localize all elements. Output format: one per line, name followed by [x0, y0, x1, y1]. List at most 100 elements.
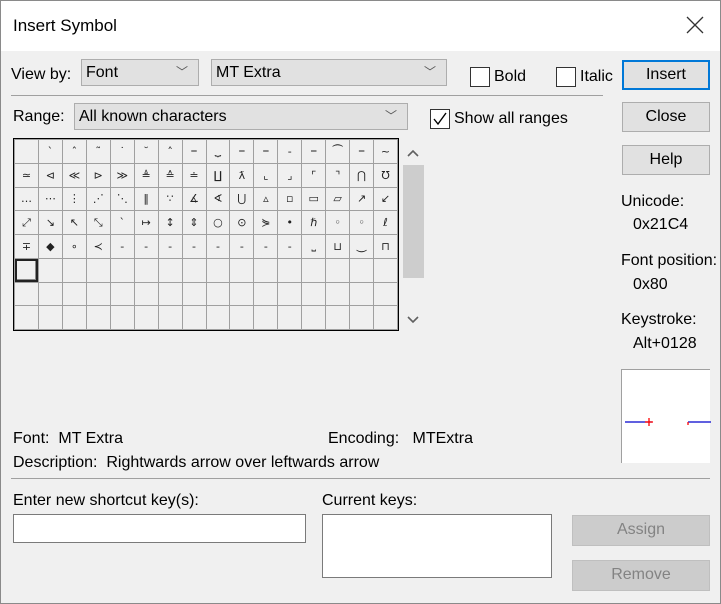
- symbol-cell[interactable]: ⊙: [230, 211, 254, 234]
- current-keys-list[interactable]: [322, 514, 552, 578]
- symbol-cell[interactable]: ≪: [62, 163, 86, 187]
- symbol-cell[interactable]: [254, 258, 278, 282]
- symbol-cell[interactable]: ⋂: [350, 163, 374, 187]
- symbol-cell[interactable]: [86, 306, 110, 329]
- symbol-cell[interactable]: ƛ: [230, 163, 254, 187]
- symbol-cell[interactable]: ˋ: [38, 140, 62, 163]
- symbol-cell[interactable]: ⋰: [86, 187, 110, 211]
- symbol-cell[interactable]: ↖: [62, 211, 86, 234]
- range-select[interactable]: All known characters ﹀: [74, 103, 408, 130]
- symbol-cell[interactable]: [350, 282, 374, 306]
- symbol-cell[interactable]: ⌟: [278, 163, 302, 187]
- symbol-cell[interactable]: [134, 282, 158, 306]
- symbol-cell[interactable]: ⋮: [62, 187, 86, 211]
- symbol-cell[interactable]: [326, 282, 350, 306]
- view-by-select[interactable]: Font ﹀: [81, 59, 199, 86]
- symbol-cell[interactable]: ⋱: [110, 187, 134, 211]
- symbol-cell[interactable]: [62, 306, 86, 329]
- symbol-cell[interactable]: ⎵: [302, 235, 326, 258]
- font-select[interactable]: MT Extra ﹀: [211, 59, 447, 86]
- symbol-cell[interactable]: ▱: [326, 187, 350, 211]
- symbol-cell[interactable]: ⌝: [326, 163, 350, 187]
- symbol-cell[interactable]: [182, 258, 206, 282]
- symbol-cell[interactable]: ≐: [182, 163, 206, 187]
- symbol-cell[interactable]: ℏ: [302, 211, 326, 234]
- symbol-cell[interactable]: [278, 306, 302, 329]
- symbol-cell[interactable]: [302, 306, 326, 329]
- symbol-cell[interactable]: ˄: [158, 140, 182, 163]
- symbol-cell[interactable]: ↗: [350, 187, 374, 211]
- symbol-cell[interactable]: ℧: [374, 163, 397, 187]
- symbol-cell[interactable]: ⋯: [38, 187, 62, 211]
- symbol-cell[interactable]: ‐: [278, 140, 302, 163]
- scroll-thumb[interactable]: [403, 165, 424, 278]
- symbol-cell[interactable]: [86, 258, 110, 282]
- symbol-cell[interactable]: [182, 282, 206, 306]
- remove-button[interactable]: Remove: [572, 560, 710, 591]
- symbol-cell[interactable]: [158, 258, 182, 282]
- symbol-cell[interactable]: [15, 306, 38, 329]
- bold-checkbox[interactable]: [470, 67, 490, 87]
- symbol-cell[interactable]: [62, 258, 86, 282]
- symbol-cell[interactable]: -: [278, 235, 302, 258]
- symbol-cell[interactable]: ○: [206, 211, 230, 234]
- symbol-cell[interactable]: [206, 258, 230, 282]
- symbol-cell[interactable]: ‖: [134, 187, 158, 211]
- symbol-cell[interactable]: ⤢: [15, 211, 38, 234]
- scroll-down-icon[interactable]: [401, 307, 425, 331]
- symbol-cell[interactable]: [110, 258, 134, 282]
- symbol-cell[interactable]: ≜: [134, 163, 158, 187]
- symbol-cell[interactable]: ⌜: [302, 163, 326, 187]
- new-shortcut-input[interactable]: [13, 514, 306, 543]
- symbol-cell[interactable]: ⇕: [182, 211, 206, 234]
- symbol-cell[interactable]: ▭: [302, 187, 326, 211]
- symbol-cell[interactable]: ◦: [326, 211, 350, 234]
- close-icon[interactable]: [684, 14, 706, 36]
- symbol-cell[interactable]: -: [206, 235, 230, 258]
- symbol-cell[interactable]: ∢: [206, 187, 230, 211]
- symbol-cell[interactable]: [15, 258, 38, 282]
- symbol-cell[interactable]: ~: [374, 140, 397, 163]
- symbol-cell[interactable]: ˙: [110, 140, 134, 163]
- symbol-cell[interactable]: [230, 306, 254, 329]
- symbol-cell[interactable]: ≺: [86, 235, 110, 258]
- symbol-cell[interactable]: [62, 282, 86, 306]
- symbol-cell[interactable]: [374, 306, 397, 329]
- symbol-cell[interactable]: [254, 282, 278, 306]
- symbol-cell[interactable]: ℓ: [374, 211, 397, 234]
- symbol-cell[interactable]: ˋ: [110, 211, 134, 234]
- symbol-cell[interactable]: ⎯: [350, 140, 374, 163]
- symbol-cell[interactable]: ∓: [15, 235, 38, 258]
- symbol-cell[interactable]: ⏟: [206, 140, 230, 163]
- symbol-cell[interactable]: [278, 282, 302, 306]
- italic-checkbox[interactable]: [556, 67, 576, 87]
- symbol-cell[interactable]: ⎯: [254, 140, 278, 163]
- symbol-cell[interactable]: ⏜: [326, 140, 350, 163]
- symbol-cell[interactable]: ⋃: [230, 187, 254, 211]
- symbol-cell[interactable]: -: [230, 235, 254, 258]
- symbol-cell[interactable]: ⏝: [350, 235, 374, 258]
- symbol-cell[interactable]: [158, 306, 182, 329]
- symbol-cell[interactable]: [38, 306, 62, 329]
- symbol-cell[interactable]: [350, 306, 374, 329]
- symbol-cell[interactable]: ↦: [134, 211, 158, 234]
- symbol-cell[interactable]: •: [278, 211, 302, 234]
- symbol-cell[interactable]: [326, 306, 350, 329]
- symbol-cell[interactable]: [206, 306, 230, 329]
- insert-button[interactable]: Insert: [622, 60, 710, 90]
- assign-button[interactable]: Assign: [572, 515, 710, 546]
- symbol-cell[interactable]: ˆ: [62, 140, 86, 163]
- symbol-cell[interactable]: ˜: [86, 140, 110, 163]
- symbol-cell[interactable]: ⊓: [374, 235, 397, 258]
- symbol-cell[interactable]: ≙: [158, 163, 182, 187]
- symbol-cell[interactable]: ⊔: [326, 235, 350, 258]
- symbol-cell[interactable]: -: [182, 235, 206, 258]
- symbol-cell[interactable]: [278, 258, 302, 282]
- symbol-cell[interactable]: [374, 282, 397, 306]
- symbol-cell[interactable]: …: [15, 187, 38, 211]
- symbol-cell[interactable]: [158, 282, 182, 306]
- symbol-cell[interactable]: ∘: [62, 235, 86, 258]
- symbol-cell[interactable]: [15, 140, 38, 163]
- symbol-cell[interactable]: -: [110, 235, 134, 258]
- symbol-cell[interactable]: -: [158, 235, 182, 258]
